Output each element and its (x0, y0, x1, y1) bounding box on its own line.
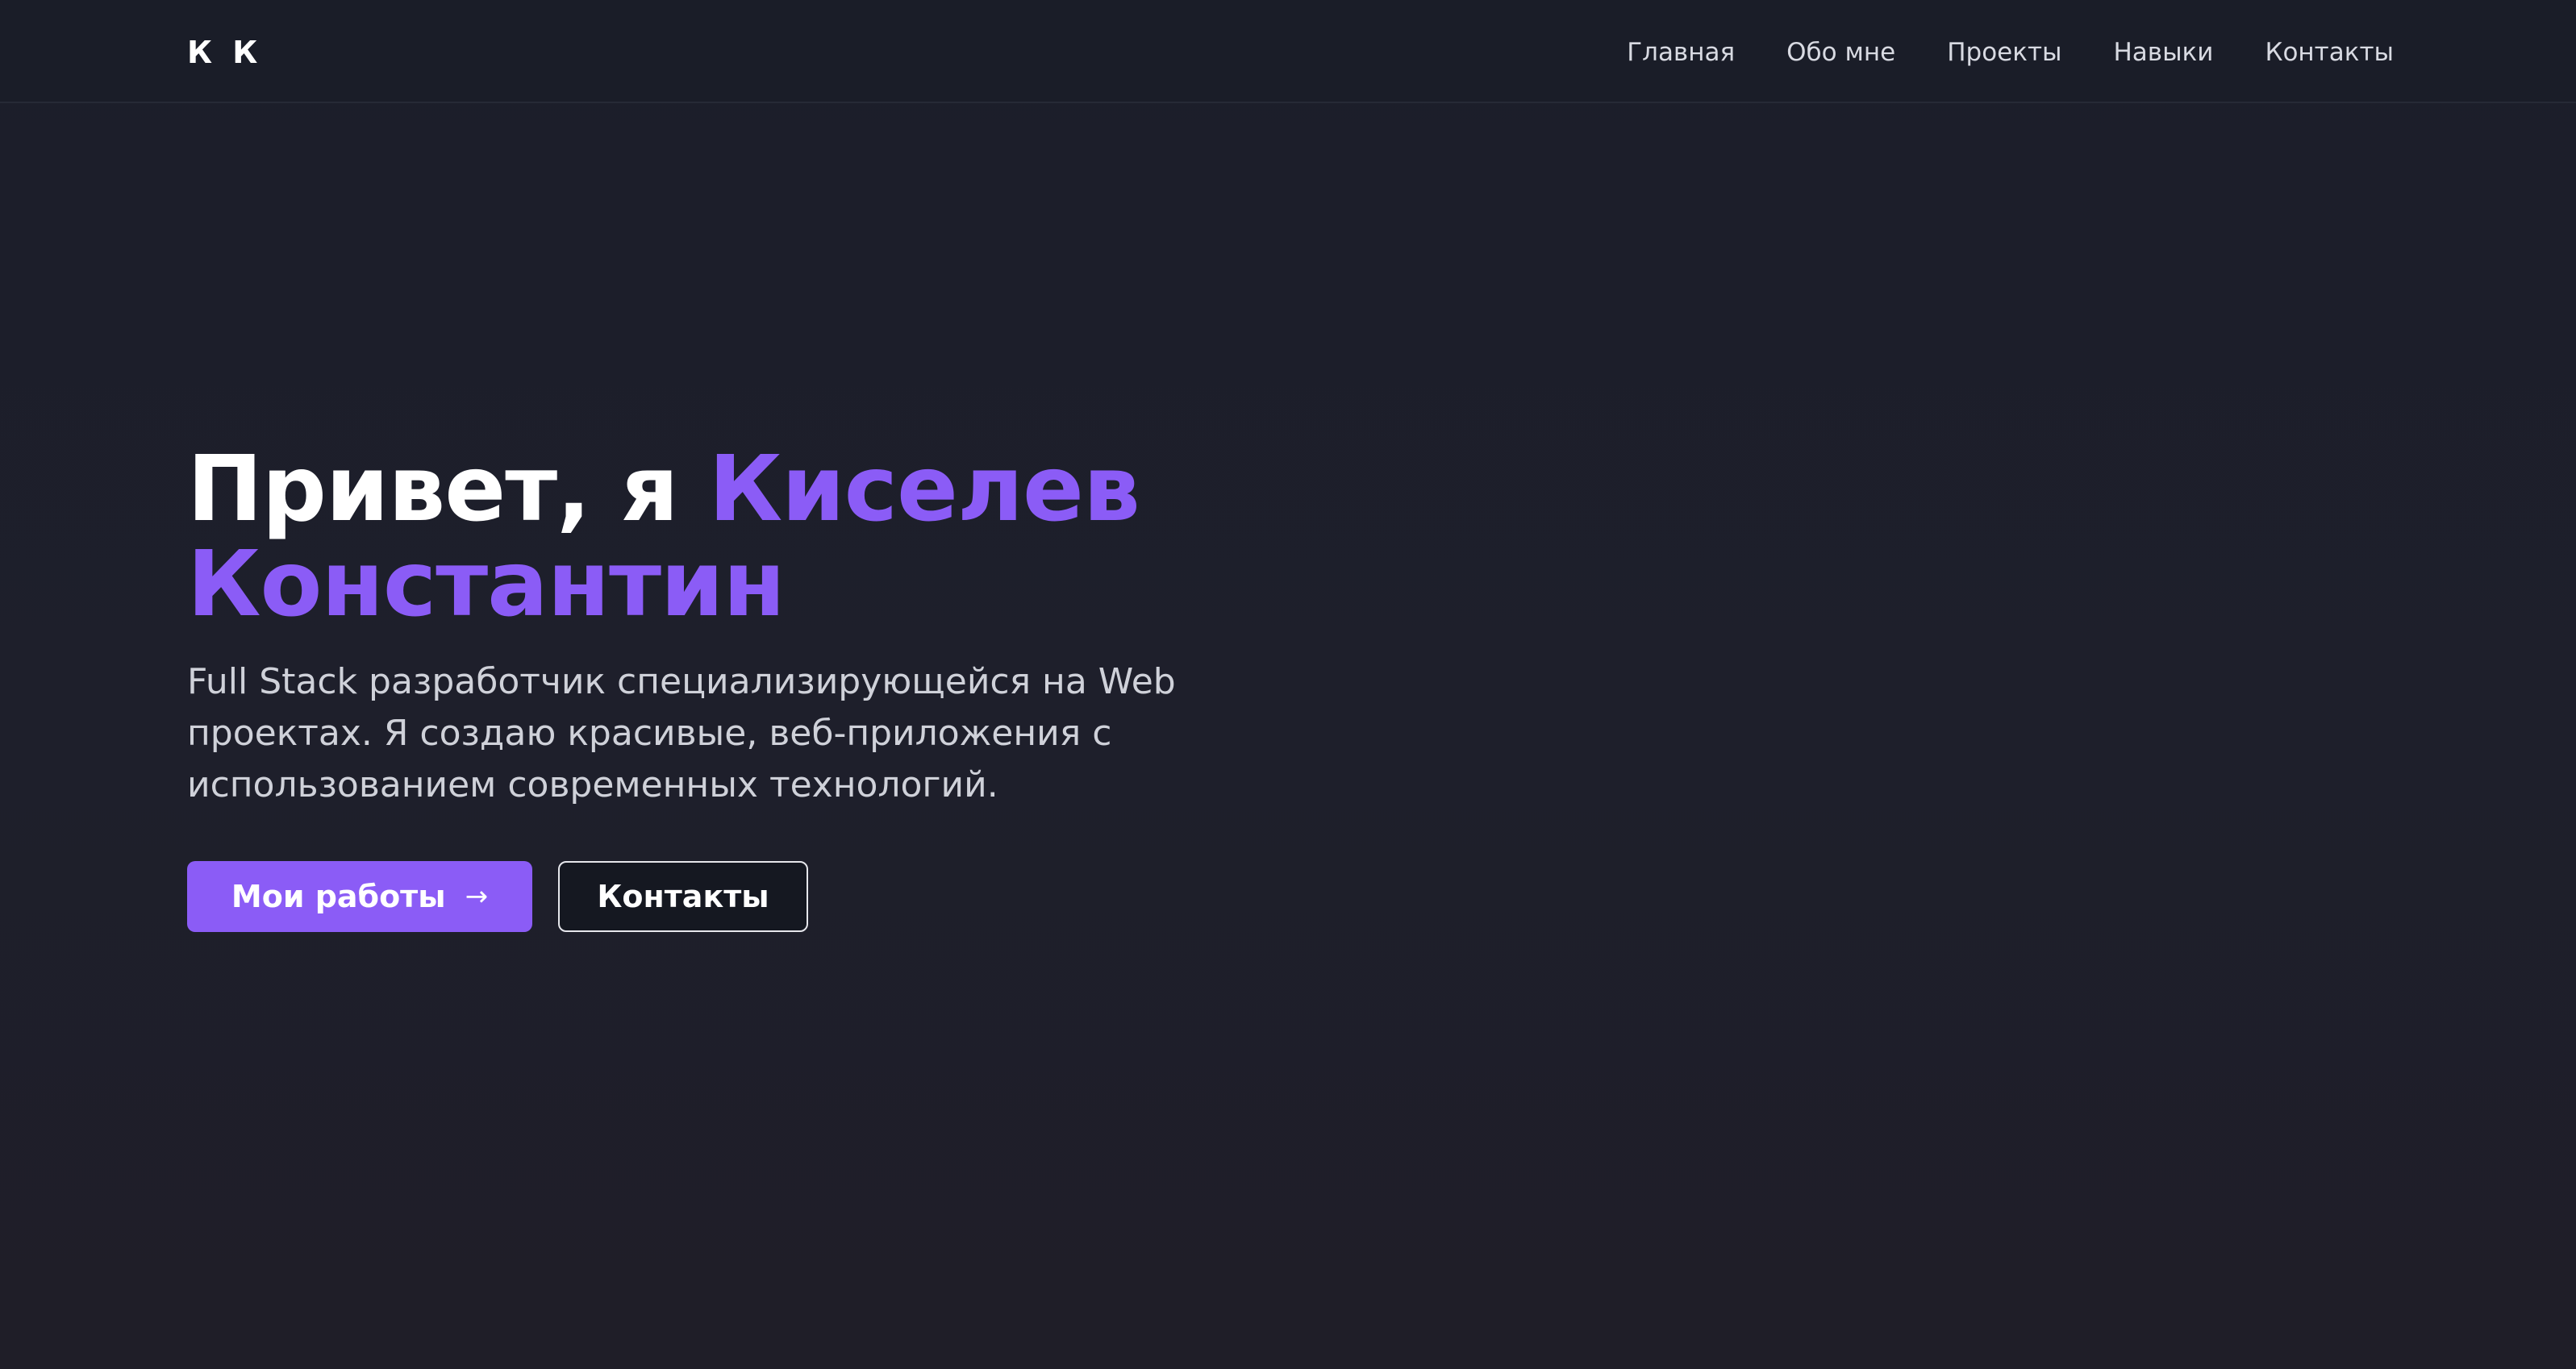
hero-description: Full Stack разработчик специализирующейс… (187, 661, 1176, 805)
main-nav: Главная Обо мне Проекты Навыки Контакты (1627, 32, 2394, 73)
nav-link-about[interactable]: Обо мне (1786, 32, 1895, 73)
hero-section: Привет, я Киселев Константин Full Stack р… (187, 442, 1478, 932)
hero-name-second: Константин (187, 532, 786, 637)
my-works-button-label: Мои работы (231, 879, 446, 914)
hero-actions: Мои работы → Контакты (187, 861, 1478, 932)
contacts-button-label: Контакты (597, 879, 769, 914)
my-works-button[interactable]: Мои работы → (187, 861, 532, 932)
contacts-button[interactable]: Контакты (558, 861, 808, 932)
hero-title: Привет, я Киселев Константин (187, 442, 1478, 632)
nav-link-home[interactable]: Главная (1627, 32, 1735, 73)
arrow-right-icon: → (465, 880, 489, 913)
hero-greeting: Привет, я (187, 437, 679, 542)
nav-link-contacts[interactable]: Контакты (2265, 32, 2394, 73)
site-logo[interactable]: К К (187, 32, 262, 73)
hero-name-first: Киселев (708, 437, 1140, 542)
nav-link-projects[interactable]: Проекты (1947, 32, 2061, 73)
site-header: К К Главная Обо мне Проекты Навыки Конта… (0, 0, 2576, 103)
nav-link-skills[interactable]: Навыки (2114, 32, 2214, 73)
